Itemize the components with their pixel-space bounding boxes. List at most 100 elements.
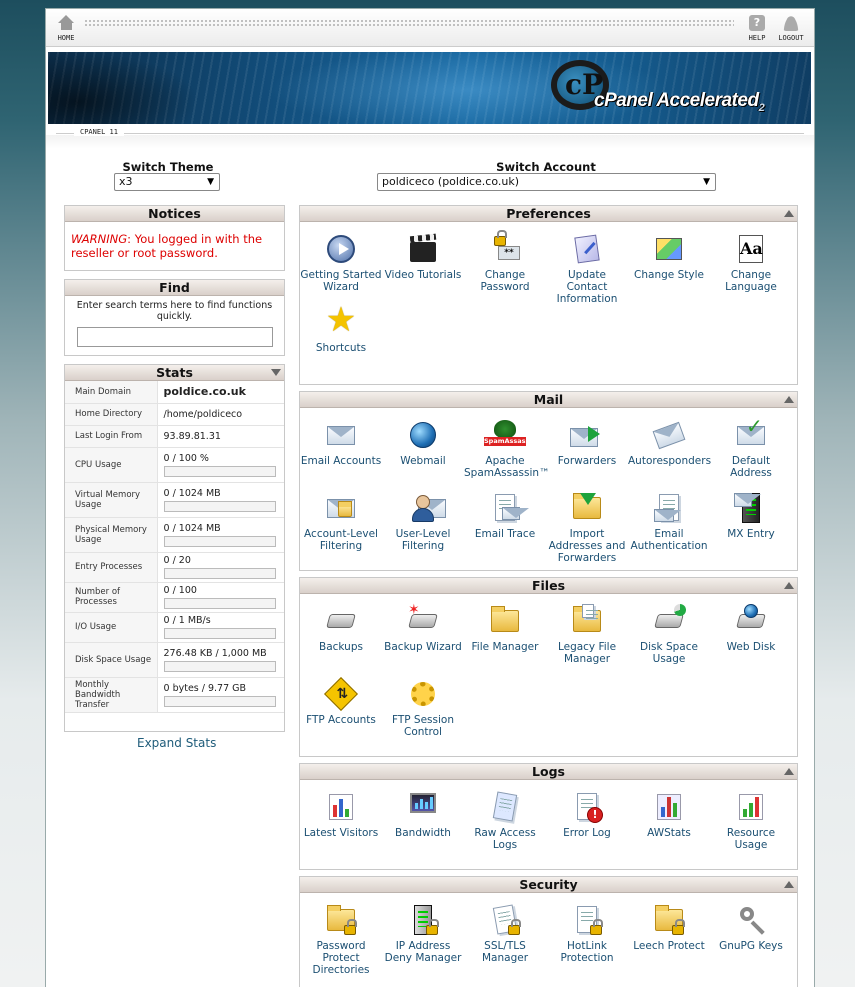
files-item-label: FTP Accounts [306, 714, 376, 726]
security-item[interactable]: SSL/TLS Manager [464, 903, 546, 964]
mail-item[interactable]: Import Addresses and Forwarders [546, 491, 628, 564]
security-item[interactable]: HotLink Protection [546, 903, 628, 964]
preferences-item[interactable]: Update Contact Information [546, 232, 628, 305]
notices-panel: Notices WARNING: You logged in with the … [64, 205, 285, 271]
mail-section: Mail Email Accounts Webmail SpamAssassin Ap… [299, 391, 798, 571]
stats-row: Disk Space Usage 276.48 KB / 1,000 MB [65, 642, 284, 678]
version-label: CPANEL 11 [74, 128, 124, 136]
mail-item[interactable]: Autoresponders [628, 418, 711, 467]
logs-title: Logs [532, 764, 565, 779]
files-item[interactable]: Disk Space Usage [628, 604, 710, 665]
mail-header[interactable]: Mail [300, 392, 797, 408]
security-item[interactable]: Leech Protect [628, 903, 710, 952]
preferences-item[interactable]: ** Change Password [464, 230, 546, 293]
usage-progress-bar [163, 660, 276, 672]
preferences-item[interactable]: Change Style [628, 232, 710, 281]
mail-item[interactable]: ✓ Default Address [710, 416, 792, 479]
logs-item[interactable]: Raw Access Logs [464, 790, 546, 851]
logs-item[interactable]: Bandwidth [382, 790, 464, 839]
mail-item[interactable]: SpamAssassin Apache SpamAssassin™ [464, 418, 550, 479]
files-item[interactable]: Backups [300, 604, 382, 653]
files-item[interactable]: FTP Session Control [382, 677, 464, 738]
collapse-up-icon[interactable] [784, 396, 794, 403]
mail-item-label: Account-Level Filtering [304, 528, 378, 552]
account-level-filtering-icon [324, 491, 358, 525]
change-style-icon [652, 232, 686, 266]
switch-theme-select[interactable]: x3 ▼ [114, 173, 220, 191]
security-item[interactable]: Password Protect Directories [300, 903, 382, 976]
ftp-session-control-icon [406, 677, 440, 711]
error-log-icon: ! [570, 790, 604, 824]
stats-row-label: Virtual Memory Usage [65, 482, 158, 518]
mail-item[interactable]: User-Level Filtering [382, 491, 464, 552]
mail-item[interactable]: Email Trace [464, 491, 546, 540]
logs-section: Logs Latest Visitors Bandwidth Raw Access … [299, 763, 798, 870]
help-button[interactable]: ? HELP [739, 15, 775, 42]
collapse-up-icon[interactable] [784, 582, 794, 589]
change-password-icon: ** [488, 230, 522, 266]
security-item[interactable]: IP Address Deny Manager [382, 903, 464, 964]
collapse-down-icon[interactable] [271, 369, 281, 376]
files-item[interactable]: ✶ Backup Wizard [382, 603, 464, 653]
latest-visitors-icon [324, 790, 358, 824]
stats-row-label: Physical Memory Usage [65, 517, 158, 553]
mail-item[interactable]: Email Authentication [628, 491, 710, 552]
backups-icon [324, 604, 358, 638]
logs-item[interactable]: ! Error Log [546, 790, 628, 839]
files-item-label: Web Disk [726, 641, 776, 653]
mail-item[interactable]: Account-Level Filtering [300, 491, 382, 552]
mail-item[interactable]: Forwarders [546, 418, 628, 467]
preferences-item-label: Change Password [480, 269, 530, 293]
mail-item[interactable]: Email Accounts [300, 418, 382, 467]
files-item[interactable]: Web Disk [710, 604, 792, 653]
collapse-up-icon[interactable] [784, 881, 794, 888]
logs-item[interactable]: Latest Visitors [300, 790, 382, 839]
spamassassin-icon: SpamAssassin [484, 418, 536, 452]
logs-item[interactable]: AWStats [628, 790, 710, 839]
usage-progress-bar [163, 500, 276, 512]
logout-button[interactable]: LOGOUT [773, 15, 809, 42]
find-search-input[interactable] [76, 327, 273, 347]
stats-header[interactable]: Stats [65, 365, 284, 381]
preferences-item-label: Shortcuts [315, 342, 367, 354]
version-bar: CPANEL 11 [46, 125, 814, 149]
stats-row-value-cell: 0 bytes / 9.77 GB [157, 677, 284, 713]
logs-item[interactable]: Resource Usage [710, 790, 792, 851]
mail-item[interactable]: MX Entry [710, 491, 792, 540]
files-item[interactable]: ⇅ FTP Accounts [300, 677, 382, 726]
files-item[interactable]: File Manager [464, 604, 546, 653]
files-item[interactable]: Legacy File Manager [546, 604, 628, 665]
stats-row-value: 0 / 1024 MB [163, 487, 221, 499]
email-trace-icon [488, 491, 529, 525]
raw-access-logs-icon [488, 790, 522, 824]
files-item-label: FTP Session Control [391, 714, 454, 738]
stats-row: Virtual Memory Usage 0 / 1024 MB [65, 482, 284, 518]
stats-row: Physical Memory Usage 0 / 1024 MB [65, 517, 284, 553]
preferences-item[interactable]: ★ Shortcuts [300, 301, 382, 354]
mail-item[interactable]: Webmail [382, 418, 464, 467]
collapse-up-icon[interactable] [784, 210, 794, 217]
files-header[interactable]: Files [300, 578, 797, 594]
preferences-item[interactable]: Getting Started Wizard [300, 232, 382, 293]
collapse-up-icon[interactable] [784, 768, 794, 775]
mail-title: Mail [533, 392, 564, 407]
security-item[interactable]: GnuPG Keys [710, 903, 792, 952]
expand-stats-link[interactable]: Expand Stats [137, 736, 216, 750]
preferences-item[interactable]: Video Tutorials [382, 232, 464, 281]
home-button[interactable]: HOME [48, 15, 84, 42]
cpanel-logo-text: cPanel Accelerated2 [594, 90, 765, 114]
security-title: Security [519, 877, 578, 892]
usage-progress-bar [163, 535, 276, 547]
security-header[interactable]: Security [300, 877, 797, 893]
logo-text: cPanel Accelerated [594, 90, 759, 111]
web-disk-icon [734, 604, 768, 638]
preferences-item[interactable]: Aa Change Language [710, 232, 792, 293]
switch-account-select[interactable]: poldiceco (poldice.co.uk) ▼ [377, 173, 716, 191]
mail-item-label: Webmail [400, 455, 446, 467]
usage-progress-bar [163, 598, 276, 609]
leech-protect-icon [652, 903, 686, 937]
logs-header[interactable]: Logs [300, 764, 797, 780]
preferences-header[interactable]: Preferences [300, 206, 797, 222]
stats-row: Number of Processes 0 / 100 [65, 582, 284, 613]
stats-table: Main Domain poldice.co.uk Home Directory/h… [65, 381, 284, 713]
